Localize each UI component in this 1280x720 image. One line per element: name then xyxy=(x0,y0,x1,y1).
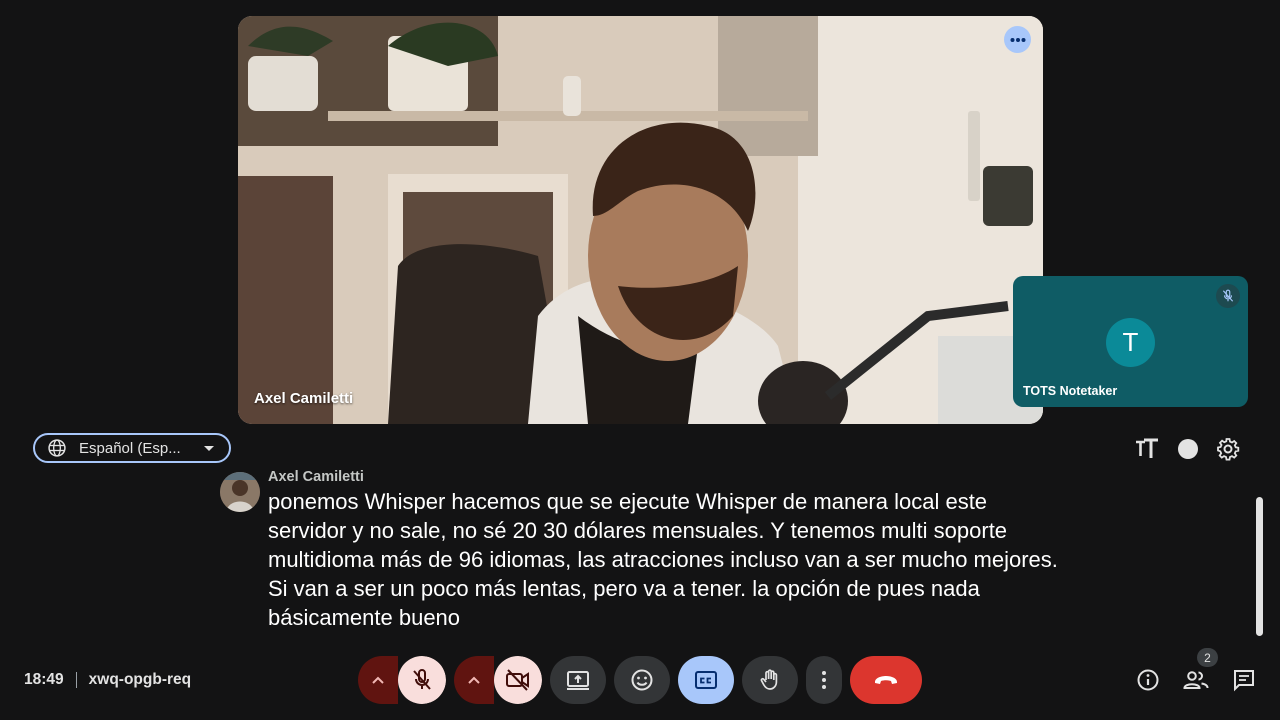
color-circle-icon xyxy=(1178,439,1198,459)
participant-name-label: TOTS Notetaker xyxy=(1023,384,1118,398)
closed-captions-icon xyxy=(695,671,717,689)
meeting-info: 18:49 xwq-opgb-req xyxy=(24,671,191,689)
caption-text: ponemos Whisper hacemos que se ejecute W… xyxy=(268,489,1058,630)
caption-scrollbar[interactable] xyxy=(1256,497,1263,636)
meeting-details-button[interactable] xyxy=(1134,666,1162,694)
chevron-down-icon xyxy=(204,446,214,451)
participant-name-label: Axel Camiletti xyxy=(254,390,354,407)
camera-toggle-button[interactable] xyxy=(494,656,542,704)
audio-options-button[interactable] xyxy=(358,656,398,704)
chevron-up-icon xyxy=(372,676,384,684)
more-options-button[interactable] xyxy=(806,656,842,704)
more-vert-icon xyxy=(822,671,826,689)
mic-toggle-button[interactable] xyxy=(398,656,446,704)
text-size-icon xyxy=(1136,438,1158,458)
chat-button[interactable] xyxy=(1230,666,1258,694)
gear-icon xyxy=(1217,438,1240,461)
mic-off-icon xyxy=(1216,284,1240,308)
caption-language-label: Español (Esp... xyxy=(79,439,181,457)
participant-video-feed xyxy=(238,16,1043,424)
caption-color-button[interactable] xyxy=(1175,436,1201,462)
people-count-badge: 2 xyxy=(1197,648,1218,667)
info-icon xyxy=(1137,669,1159,691)
avatar: T xyxy=(1106,318,1155,367)
people-button[interactable] xyxy=(1182,666,1210,694)
present-screen-icon xyxy=(567,671,589,690)
present-screen-button[interactable] xyxy=(550,656,606,704)
avatar xyxy=(220,472,260,512)
captions-button[interactable] xyxy=(678,656,734,704)
caption-settings-button[interactable] xyxy=(1215,436,1241,462)
camera-control-group xyxy=(454,656,542,704)
self-video-tile[interactable]: T TOTS Notetaker xyxy=(1013,276,1248,407)
globe-icon xyxy=(48,439,66,457)
leave-call-button[interactable] xyxy=(850,656,922,704)
chevron-up-icon xyxy=(468,676,480,684)
reactions-button[interactable] xyxy=(614,656,670,704)
mic-control-group xyxy=(358,656,446,704)
videocam-off-icon xyxy=(506,669,529,691)
call-end-icon xyxy=(875,676,897,684)
mic-off-icon xyxy=(413,669,431,690)
raise-hand-button[interactable] xyxy=(742,656,798,704)
emoji-icon xyxy=(631,669,653,691)
video-options-button[interactable] xyxy=(454,656,494,704)
caption-speaker-name: Axel Camiletti xyxy=(268,469,364,485)
meeting-time: 18:49 xyxy=(24,671,64,688)
divider xyxy=(75,672,77,688)
people-icon xyxy=(1183,671,1209,689)
chat-icon xyxy=(1234,670,1254,692)
caption-font-size-button[interactable] xyxy=(1134,436,1160,462)
more-horiz-icon[interactable] xyxy=(1004,26,1031,53)
caption-language-select[interactable]: Español (Esp... xyxy=(33,433,231,463)
main-video-tile[interactable]: Axel Camiletti xyxy=(238,16,1043,424)
meeting-code: xwq-opgb-req xyxy=(88,671,192,688)
raise-hand-icon xyxy=(760,669,778,690)
